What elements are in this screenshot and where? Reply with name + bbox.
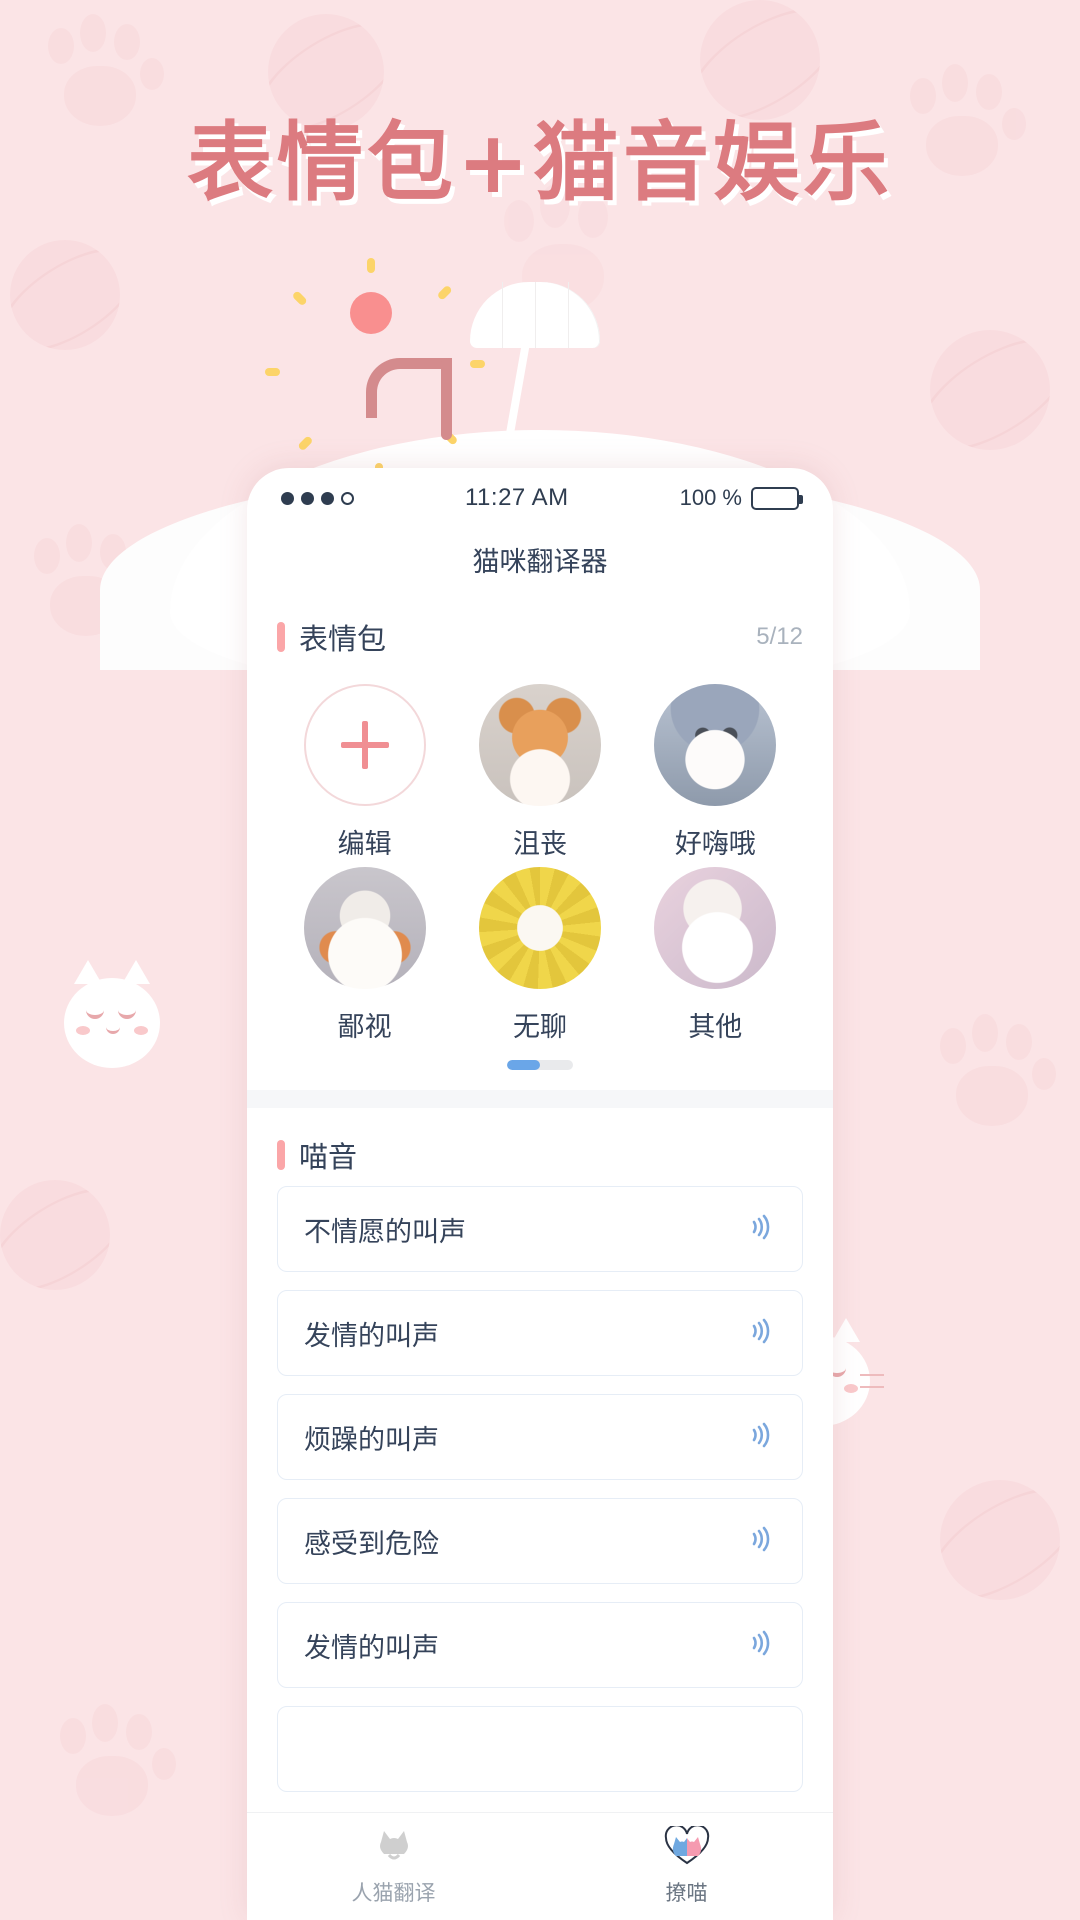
app-title-bar: 猫咪翻译器 [247,528,833,590]
emoji-item-label: 沮丧 [512,829,567,859]
yarn-ball-decoration [10,240,120,350]
tab-flirt-meow[interactable]: 撩喵 [540,1824,833,1907]
emoji-item-3[interactable]: 鄙视 [277,867,452,1044]
yarn-ball-decoration [930,330,1050,450]
sound-list: 不情愿的叫声 发情的叫声 烦躁的叫声 感受到危险 发情的叫声 [247,1180,833,1792]
emoji-item-label: 无聊 [512,1012,567,1042]
emoji-item-4[interactable]: 无聊 [452,867,627,1044]
tab-label: 人猫翻译 [351,1882,436,1905]
sound-label: 发情的叫声 [304,1632,439,1663]
cat-photo-orange[interactable] [478,684,601,806]
paw-print-decoration [910,1010,1060,1160]
two-cats-heart-icon [664,1824,710,1871]
poster-headline: 表情包+猫音娱乐 [186,113,894,213]
tab-label: 撩喵 [665,1882,708,1905]
accent-bar-icon [277,622,285,652]
emoji-item-label: 好嗨哦 [674,829,756,859]
phone-mockup: 11:27 AM 100 % 猫咪翻译器 表情包 5/12 编辑 沮丧 好嗨哦 … [247,468,833,1920]
emoji-item-label: 鄙视 [337,1012,392,1042]
emoji-section-title: 表情包 [299,624,387,656]
emoji-grid: 编辑 沮丧 好嗨哦 鄙视 无聊 其他 [277,666,803,1044]
emoji-item-2[interactable]: 好嗨哦 [628,684,803,861]
emoji-counter: 5/12 [756,623,803,650]
signal-dots-icon [281,491,354,505]
screen-content: 表情包 5/12 编辑 沮丧 好嗨哦 鄙视 无聊 其他 喵音 不情愿的叫声 发情… [247,590,833,1812]
yarn-ball-decoration [940,1480,1060,1600]
bottom-tab-bar: 人猫翻译 撩喵 [247,1812,833,1920]
sound-row-partial[interactable] [277,1706,803,1792]
speaker-wave-icon[interactable] [742,1626,776,1665]
status-right: 100 % [679,485,803,511]
emoji-item-edit[interactable]: 编辑 [277,684,452,861]
battery-level-label: 100 % [679,485,742,510]
emoji-page-indicator[interactable] [277,1044,803,1090]
sound-row[interactable]: 感受到危险 [277,1498,803,1584]
section-divider [247,1090,833,1108]
add-plus-icon[interactable] [303,684,426,806]
emoji-section-header: 表情包 5/12 [247,590,833,662]
yarn-ball-decoration [0,1180,110,1290]
sound-section-title: 喵音 [299,1142,358,1174]
sound-row[interactable]: 不情愿的叫声 [277,1186,803,1272]
cat-photo-grey-hat[interactable] [654,684,777,806]
emoji-item-5[interactable]: 其他 [628,867,803,1044]
sound-row[interactable]: 发情的叫声 [277,1602,803,1688]
sound-row[interactable]: 发情的叫声 [277,1290,803,1376]
tab-human-cat-translate[interactable]: 人猫翻译 [247,1826,540,1907]
sound-section-header: 喵音 [247,1108,833,1180]
status-time: 11:27 AM [464,484,569,511]
speaker-wave-icon[interactable] [742,1418,776,1457]
accent-bar-icon [277,1140,285,1170]
cat-silhouette-icon [373,1826,415,1871]
speaker-wave-icon[interactable] [742,1210,776,1249]
sound-label: 发情的叫声 [304,1320,439,1351]
cat-photo-sunflower[interactable] [478,867,601,989]
sound-label: 烦躁的叫声 [304,1424,439,1455]
page-title: 猫咪翻译器 [472,546,608,577]
battery-full-icon [751,486,803,510]
sound-row[interactable]: 烦躁的叫声 [277,1394,803,1480]
cat-photo-orange-white[interactable] [303,867,426,989]
paw-print-decoration [30,1700,180,1850]
speaker-wave-icon[interactable] [742,1522,776,1561]
speaker-wave-icon[interactable] [742,1314,776,1353]
cat-photo-white-fluffy[interactable] [654,867,777,989]
status-bar: 11:27 AM 100 % [247,468,833,528]
beach-umbrella-icon [470,272,600,462]
sound-label: 感受到危险 [304,1528,439,1559]
mascot-cat-left [58,960,168,1080]
beach-chair-icon [366,350,486,470]
sound-label: 不情愿的叫声 [304,1216,466,1247]
emoji-item-label: 编辑 [337,829,392,859]
emoji-pack-card: 编辑 沮丧 好嗨哦 鄙视 无聊 其他 [247,662,833,1090]
emoji-item-label: 其他 [688,1012,743,1042]
emoji-item-1[interactable]: 沮丧 [452,684,627,861]
